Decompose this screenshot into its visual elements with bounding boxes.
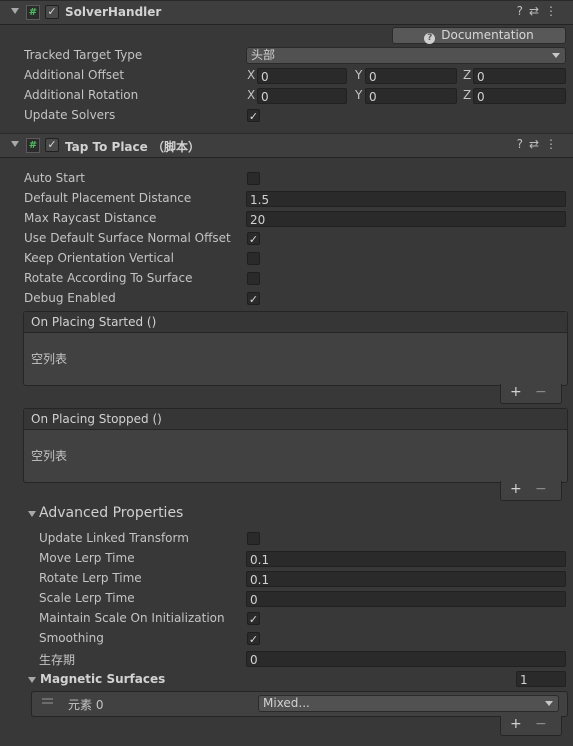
script-icon: # [26,5,40,20]
magnetic-surfaces-list: 元素 0 Mixed... [31,691,568,717]
settings-icon[interactable]: ⇄ [529,137,545,151]
max-raycast-distance-field[interactable]: 20 [246,211,566,227]
move-lerp-time-label: Move Lerp Time [39,551,135,565]
debug-enabled-checkbox[interactable]: ✓ [247,292,260,306]
tracked-target-type-value: 头部 [251,48,276,62]
tracked-target-type-label: Tracked Target Type [24,48,143,62]
magnetic-surfaces-controls: + − [500,716,562,736]
lifetime-field[interactable]: 0 [246,651,566,667]
drag-handle-icon[interactable] [42,698,53,700]
advanced-foldout-icon[interactable] [28,511,36,517]
tracked-target-type-dropdown[interactable]: 头部 [246,47,566,64]
maintain-scale-checkbox[interactable]: ✓ [247,612,260,626]
rotation-y-axis: Y [355,88,363,102]
update-linked-transform-label: Update Linked Transform [39,531,189,545]
on-placing-started-header: On Placing Started () [24,312,567,333]
move-lerp-time-field[interactable]: 0.1 [246,551,566,567]
help-icon[interactable]: ? [517,137,529,151]
auto-start-checkbox[interactable] [247,172,260,185]
settings-icon[interactable]: ⇄ [529,4,545,18]
tap-to-place-enabled-checkbox[interactable]: ✓ [45,138,59,152]
rotation-y-field[interactable]: 0 [365,88,457,104]
on-placing-stopped-event: On Placing Stopped () 空列表 [23,408,568,483]
offset-x-axis: X [247,68,256,82]
more-icon[interactable]: ⋮ [545,137,563,151]
rotate-according-to-surface-checkbox[interactable] [247,272,260,285]
header-icons: ?⇄⋮ [517,137,563,151]
additional-rotation-label: Additional Rotation [24,88,139,102]
auto-start-label: Auto Start [24,171,85,185]
on-placing-stopped-controls: + − [500,481,562,501]
default-placement-distance-field[interactable]: 1.5 [246,191,566,207]
rotation-x-field[interactable]: 0 [257,88,347,104]
remove-event-button[interactable]: − [535,384,547,400]
lifetime-label: 生存期 [39,653,76,667]
smoothing-label: Smoothing [39,631,104,645]
component-title: SolverHandler [65,5,162,19]
foldout-arrow-icon[interactable] [11,141,19,147]
offset-x-field[interactable]: 0 [257,68,347,84]
solver-handler-header[interactable]: # ✓ SolverHandler ?⇄⋮ [0,0,573,25]
empty-list-text: 空列表 [31,352,68,366]
tap-to-place-header[interactable]: # ✓ Tap To Place （脚本） ?⇄⋮ [0,133,573,158]
additional-offset-label: Additional Offset [24,68,125,82]
header-icons: ?⇄⋮ [517,4,563,18]
magnetic-surfaces-foldout-icon[interactable] [28,677,36,683]
remove-element-button[interactable]: − [535,716,547,732]
maintain-scale-label: Maintain Scale On Initialization [39,611,225,625]
scale-lerp-time-label: Scale Lerp Time [39,591,135,605]
use-default-surface-normal-offset-checkbox[interactable]: ✓ [247,232,260,246]
more-icon[interactable]: ⋮ [545,4,563,18]
update-solvers-label: Update Solvers [24,108,116,122]
help-icon: ? [424,33,436,44]
remove-event-button[interactable]: − [535,481,547,497]
keep-orientation-vertical-label: Keep Orientation Vertical [24,251,174,265]
add-event-button[interactable]: + [510,481,522,497]
on-placing-started-controls: + − [500,384,562,404]
solver-handler-enabled-checkbox[interactable]: ✓ [45,5,59,19]
use-default-surface-normal-offset-label: Use Default Surface Normal Offset [24,231,231,245]
element-0-dropdown[interactable]: Mixed... [258,695,559,712]
element-0-label: 元素 0 [68,698,104,712]
update-solvers-checkbox[interactable]: ✓ [247,109,260,123]
chevron-down-icon [545,701,553,706]
update-linked-transform-checkbox[interactable] [247,532,260,545]
rotate-according-to-surface-label: Rotate According To Surface [24,271,193,285]
empty-list-text: 空列表 [31,449,68,463]
offset-y-field[interactable]: 0 [365,68,457,84]
keep-orientation-vertical-checkbox[interactable] [247,252,260,265]
rotation-z-field[interactable]: 0 [473,88,566,104]
offset-y-axis: Y [355,68,363,82]
add-event-button[interactable]: + [510,384,522,400]
rotate-lerp-time-field[interactable]: 0.1 [246,571,566,587]
magnetic-surfaces-count-field[interactable]: 1 [516,671,566,687]
scale-lerp-time-field[interactable]: 0 [246,591,566,607]
component-title: Tap To Place （脚本） [65,140,200,154]
rotate-lerp-time-label: Rotate Lerp Time [39,571,142,585]
debug-enabled-label: Debug Enabled [24,291,116,305]
add-element-button[interactable]: + [510,716,522,732]
documentation-label: Documentation [441,28,534,42]
help-icon[interactable]: ? [517,4,529,18]
element-0-value: Mixed... [263,696,310,710]
offset-z-axis: Z [463,68,472,82]
advanced-properties-label[interactable]: Advanced Properties [39,505,183,521]
on-placing-started-event: On Placing Started () 空列表 [23,311,568,386]
magnetic-surfaces-label[interactable]: Magnetic Surfaces [40,672,165,686]
documentation-button[interactable]: ? Documentation [392,27,566,44]
rotation-z-axis: Z [463,88,472,102]
on-placing-stopped-header: On Placing Stopped () [24,409,567,430]
smoothing-checkbox[interactable]: ✓ [247,632,260,646]
offset-z-field[interactable]: 0 [473,68,566,84]
default-placement-distance-label: Default Placement Distance [24,191,192,205]
rotation-x-axis: X [247,88,256,102]
script-icon: # [26,138,40,153]
foldout-arrow-icon[interactable] [11,8,19,14]
chevron-down-icon [552,53,560,58]
max-raycast-distance-label: Max Raycast Distance [24,211,157,225]
